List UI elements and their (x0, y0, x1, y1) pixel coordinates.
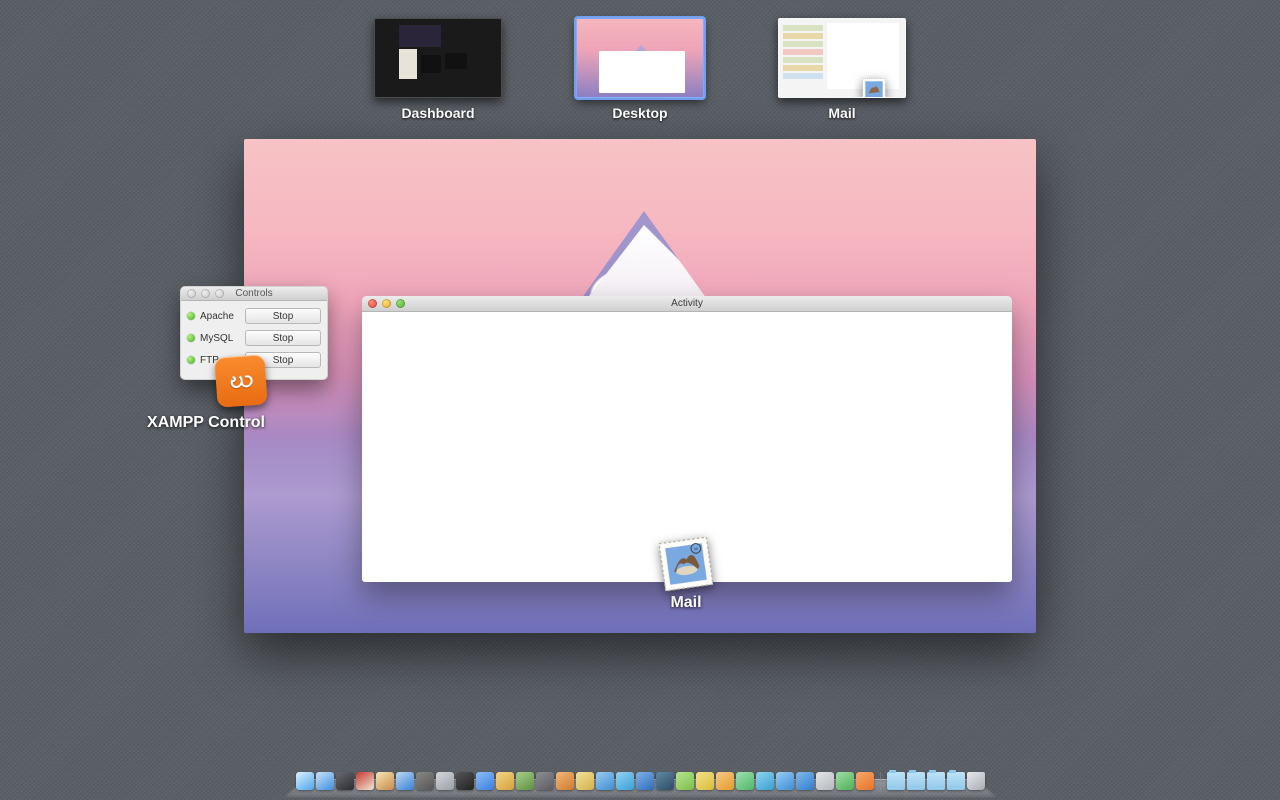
space-mail[interactable]: Mail (778, 18, 906, 121)
dock-app-photo[interactable] (416, 772, 434, 790)
space-mail-label: Mail (828, 105, 855, 121)
stop-button-apache[interactable]: Stop (245, 308, 321, 324)
activity-titlebar[interactable]: Activity (362, 296, 1012, 312)
dock-app-app[interactable] (516, 772, 534, 790)
service-name: MySQL (200, 333, 240, 344)
activity-title: Activity (362, 298, 1012, 309)
minimize-icon[interactable] (382, 299, 391, 308)
space-dashboard-label: Dashboard (401, 105, 474, 121)
xampp-titlebar[interactable]: Controls (181, 287, 327, 301)
space-mail-thumb (778, 18, 906, 98)
dock-app-word[interactable] (636, 772, 654, 790)
dock-app-term[interactable] (456, 772, 474, 790)
dock-app-u2[interactable] (556, 772, 574, 790)
dock-app-u1[interactable] (536, 772, 554, 790)
dock-app-pref[interactable] (436, 772, 454, 790)
space-desktop[interactable]: Desktop (576, 18, 704, 121)
mail-app-group[interactable]: ✉ Mail (660, 538, 712, 612)
status-dot-icon (187, 356, 195, 364)
dock-app-mission[interactable] (336, 772, 354, 790)
desktop-preview[interactable]: Activity (244, 139, 1036, 633)
close-icon[interactable] (187, 289, 196, 298)
service-name: Apache (200, 311, 240, 322)
dock-icons (296, 772, 985, 798)
dock-app-u11[interactable] (816, 772, 834, 790)
dock-app-safari[interactable] (316, 772, 334, 790)
dock-app-itunes[interactable] (476, 772, 494, 790)
status-dot-icon (187, 334, 195, 342)
dock-app-u6[interactable] (676, 772, 694, 790)
dock-app-u8[interactable] (716, 772, 734, 790)
zoom-icon[interactable] (215, 289, 224, 298)
xampp-app-icon[interactable]: ဃ (214, 354, 267, 407)
dock-app-calendar[interactable] (356, 772, 374, 790)
space-desktop-label: Desktop (612, 105, 667, 121)
space-dashboard-thumb (374, 18, 502, 98)
minimize-icon[interactable] (201, 289, 210, 298)
dock-app-finder[interactable] (296, 772, 314, 790)
status-dot-icon (187, 312, 195, 320)
dock-app-u7[interactable] (696, 772, 714, 790)
dock-trash-icon[interactable] (967, 772, 985, 790)
dock-app-imovie[interactable] (496, 772, 514, 790)
dock-separator (880, 772, 881, 792)
service-row-apache: Apache Stop (187, 305, 321, 327)
dock-app-xampp[interactable] (856, 772, 874, 790)
dock-app-dropbox[interactable] (796, 772, 814, 790)
dock-app-u10[interactable] (756, 772, 774, 790)
service-row-mysql: MySQL Stop (187, 327, 321, 349)
dock-folder1-icon[interactable] (887, 772, 905, 790)
zoom-icon[interactable] (396, 299, 405, 308)
dock-folder3-icon[interactable] (927, 772, 945, 790)
dock-app-u9[interactable] (736, 772, 754, 790)
xampp-icon-glyph: ဃ (230, 362, 253, 400)
mail-app-label: Mail (670, 594, 701, 612)
dock-app-u3[interactable] (576, 772, 594, 790)
dock-app-ps[interactable] (656, 772, 674, 790)
dock-app-u12[interactable] (836, 772, 854, 790)
dock-folder2-icon[interactable] (907, 772, 925, 790)
dock-app-safari2[interactable] (396, 772, 414, 790)
space-desktop-thumb (576, 18, 704, 98)
mail-stamp-icon (861, 77, 887, 98)
space-dashboard[interactable]: Dashboard (374, 18, 502, 121)
dock-app-u4[interactable] (596, 772, 614, 790)
dock (0, 760, 1280, 800)
spaces-row: Dashboard Desktop Mail (0, 18, 1280, 121)
dock-app-u5[interactable] (616, 772, 634, 790)
close-icon[interactable] (368, 299, 377, 308)
dock-app-notes[interactable] (376, 772, 394, 790)
dock-folder4-icon[interactable] (947, 772, 965, 790)
mail-stamp-icon: ✉ (657, 535, 716, 594)
stop-button-mysql[interactable]: Stop (245, 330, 321, 346)
dock-app-spotify[interactable] (776, 772, 794, 790)
